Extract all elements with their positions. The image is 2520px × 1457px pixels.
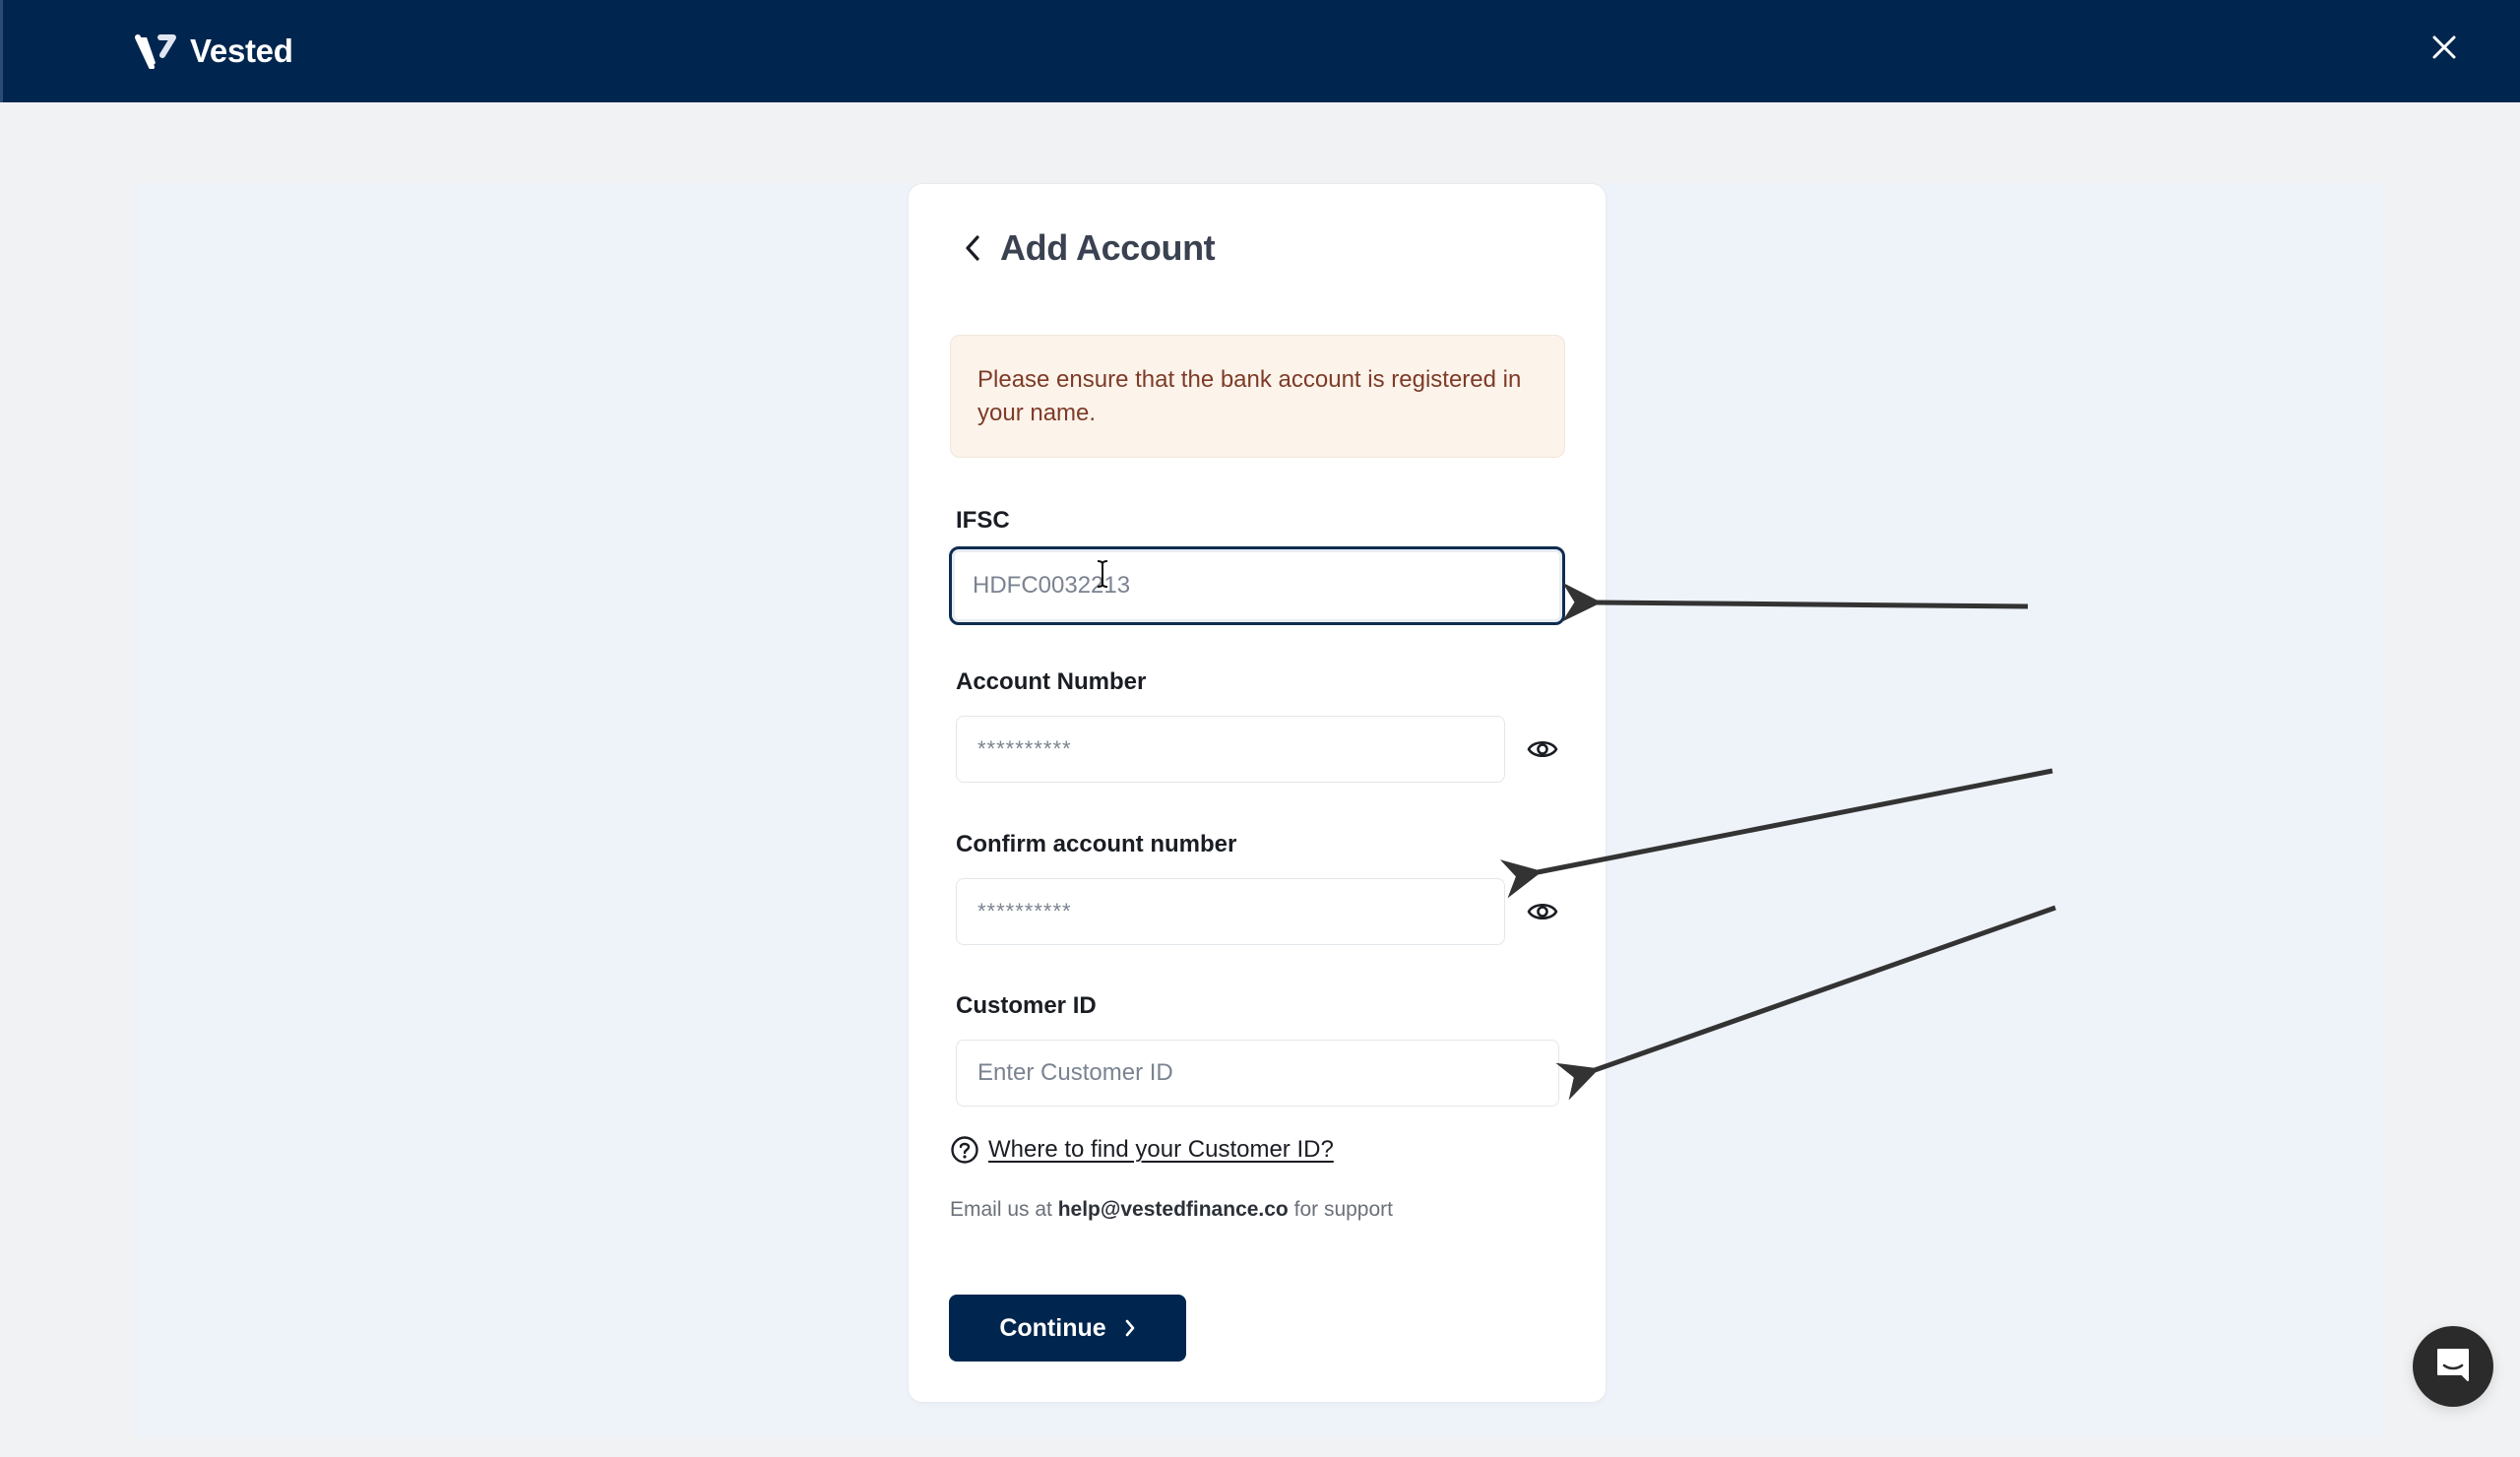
alert-banner: Please ensure that the bank account is r…: [950, 335, 1565, 458]
page-title: Add Account: [1000, 227, 1216, 268]
question-circle-icon: [951, 1136, 978, 1164]
support-text: Email us at help@vestedfinance.co for su…: [950, 1198, 1393, 1222]
brand-logo[interactable]: Vested: [135, 30, 293, 73]
customer-id-help-link[interactable]: Where to find your Customer ID?: [950, 1135, 1334, 1165]
continue-button[interactable]: Continue: [949, 1295, 1186, 1362]
close-icon: [2432, 35, 2456, 59]
add-account-card: Add Account Please ensure that the bank …: [909, 184, 1606, 1402]
account-number-input[interactable]: [956, 716, 1505, 783]
brand-name: Vested: [190, 32, 293, 69]
customer-id-input[interactable]: [956, 1040, 1559, 1107]
alert-message: Please ensure that the bank account is r…: [977, 366, 1522, 426]
ifsc-input[interactable]: [949, 546, 1565, 625]
back-button[interactable]: [958, 233, 987, 263]
customer-id-label: Customer ID: [956, 992, 1097, 1019]
top-header: Vested: [0, 0, 2520, 102]
help-link-text[interactable]: Where to find your Customer ID?: [988, 1136, 1334, 1164]
chevron-right-icon: [1125, 1319, 1134, 1337]
chat-widget-button[interactable]: [2413, 1326, 2493, 1407]
close-button[interactable]: [2426, 30, 2462, 65]
chevron-left-icon: [966, 235, 979, 261]
confirm-account-number-label: Confirm account number: [956, 831, 1237, 857]
account-number-label: Account Number: [956, 668, 1147, 695]
ifsc-label: IFSC: [956, 507, 1010, 534]
eye-icon: [1527, 740, 1558, 758]
eye-icon: [1527, 903, 1558, 920]
continue-label: Continue: [999, 1313, 1106, 1342]
support-email[interactable]: help@vestedfinance.co: [1058, 1198, 1289, 1221]
toggle-account-number-visibility[interactable]: [1525, 731, 1560, 767]
vested-logo-icon: [135, 34, 176, 69]
toggle-confirm-account-number-visibility[interactable]: [1525, 894, 1560, 929]
chat-bubble-icon: [2437, 1349, 2469, 1381]
support-prefix: Email us at: [950, 1198, 1052, 1221]
support-suffix: for support: [1293, 1198, 1393, 1221]
confirm-account-number-input[interactable]: [956, 878, 1505, 945]
